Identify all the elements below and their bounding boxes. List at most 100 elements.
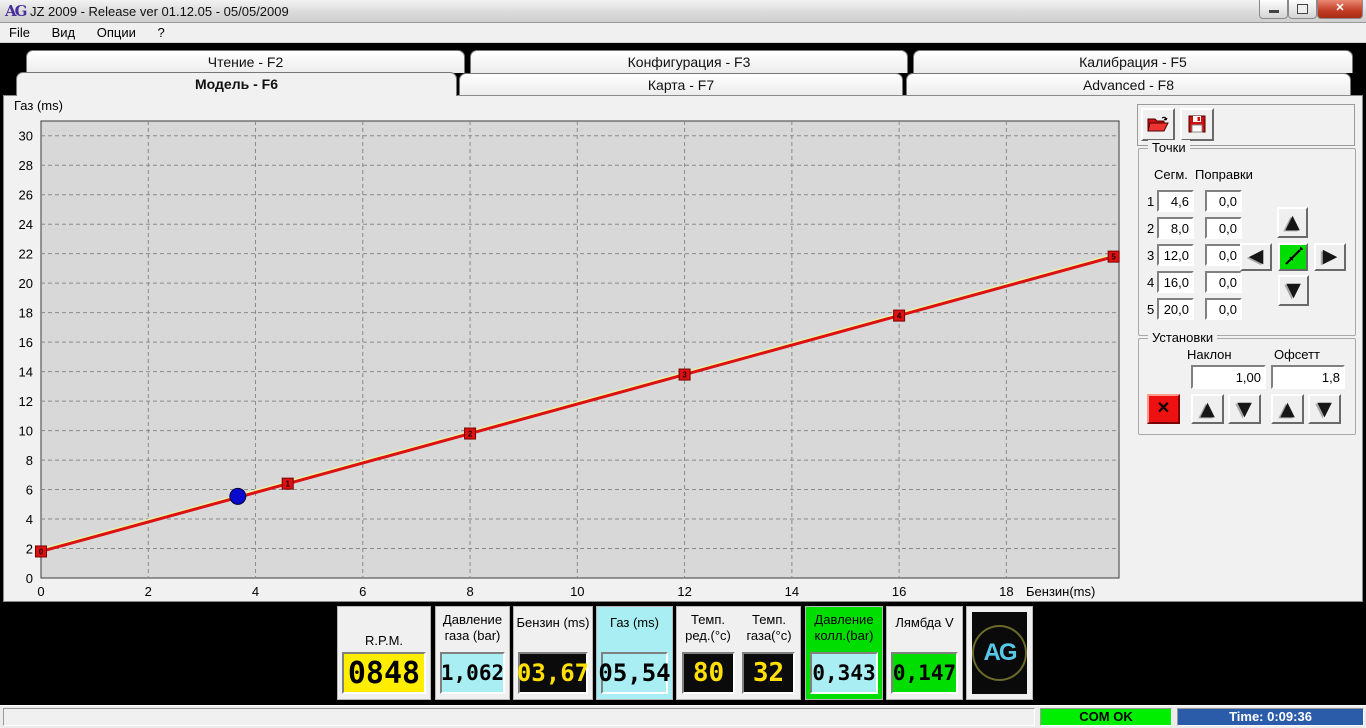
svg-text:18: 18 [999, 584, 1013, 599]
offset-input[interactable] [1271, 365, 1345, 389]
minimize-icon [1269, 10, 1279, 13]
segment-input-2[interactable] [1157, 217, 1194, 239]
gas-pressure-label: Давлениегаза (bar) [436, 612, 509, 644]
slope-input[interactable] [1191, 365, 1266, 389]
svg-text:18: 18 [19, 306, 33, 321]
svg-text:30: 30 [19, 129, 33, 144]
points-group: Точки Сегм. Поправки 1 2 3 4 5 ▲ ◀ [1138, 148, 1356, 336]
coll-pressure-label: Давлениеколл.(bar) [806, 612, 882, 644]
svg-text:Бензин(ms): Бензин(ms) [1026, 584, 1095, 599]
slope-down-button[interactable]: ▼ [1228, 394, 1261, 424]
open-folder-icon [1146, 114, 1170, 134]
svg-text:6: 6 [359, 584, 366, 599]
move-right-button[interactable]: ▶ [1314, 243, 1346, 271]
svg-text:2: 2 [26, 542, 33, 557]
gas-ms-value: 05,54 [601, 652, 668, 694]
down-arrow-icon: ▼ [1286, 279, 1301, 301]
restore-button[interactable] [1288, 0, 1317, 19]
rpm-value: 0848 [342, 652, 426, 694]
menu-file[interactable]: File [0, 23, 39, 42]
segment-input-5[interactable] [1157, 298, 1194, 320]
svg-text:16: 16 [19, 335, 33, 350]
offset-up-icon: ▲ [1280, 398, 1295, 420]
coll-pressure-value: 0,343 [810, 652, 878, 694]
offset-down-icon: ▼ [1317, 398, 1332, 420]
session-time: Time: 0:09:36 [1177, 708, 1364, 726]
gauge-lambda: Лямбда V 0,147 [886, 606, 963, 700]
gauge-temperatures: Темп.ред.(°c) Темп.газа(°c) 80 32 [676, 606, 801, 700]
svg-text:8: 8 [466, 584, 473, 599]
svg-text:14: 14 [19, 365, 33, 380]
svg-text:3: 3 [682, 371, 687, 380]
lambda-value: 0,147 [891, 652, 958, 694]
menu-view[interactable]: Вид [43, 23, 85, 42]
offset-label: Офсетт [1274, 347, 1320, 362]
tab-model-f6[interactable]: Модель - F6 [16, 72, 457, 96]
lambda-label: Лямбда V [887, 615, 962, 631]
svg-text:2: 2 [145, 584, 152, 599]
segment-input-1[interactable] [1157, 190, 1194, 212]
menu-help[interactable]: ? [148, 23, 173, 42]
tab-calibration-f5[interactable]: Калибрация - F5 [913, 50, 1353, 73]
tab-map-f7[interactable]: Карта - F7 [459, 73, 903, 96]
gauge-petrol-ms: Бензин (ms) 03,67 [513, 606, 593, 700]
correction-input-2[interactable] [1205, 217, 1242, 239]
segment-input-4[interactable] [1157, 271, 1194, 293]
svg-text:6: 6 [26, 483, 33, 498]
point-row-number-2: 2 [1147, 221, 1154, 236]
svg-text:8: 8 [26, 453, 33, 468]
correction-input-3[interactable] [1205, 244, 1242, 266]
settings-group: Установки Наклон Офсетт ✕ ▲ ▼ ▲ ▼ [1138, 338, 1356, 435]
svg-text:10: 10 [19, 424, 33, 439]
save-disk-icon [1187, 114, 1207, 134]
open-file-button[interactable] [1141, 108, 1175, 141]
minimize-button[interactable] [1259, 0, 1288, 19]
offset-down-button[interactable]: ▼ [1308, 394, 1341, 424]
move-down-button[interactable]: ▼ [1278, 275, 1309, 306]
svg-text:12: 12 [19, 394, 33, 409]
tab-advanced-f8[interactable]: Advanced - F8 [906, 73, 1351, 96]
title-bar: AG JZ 2009 - Release ver 01.12.05 - 05/0… [0, 0, 1366, 23]
gauge-coll-pressure: Давлениеколл.(bar) 0,343 [805, 606, 883, 700]
model-tab-panel: 0246810121416182022242628300246810121416… [3, 95, 1363, 602]
reset-button[interactable]: ✕ [1147, 394, 1180, 424]
menu-options[interactable]: Опции [88, 23, 145, 42]
temp-reducer-label: Темп.ред.(°c) [679, 612, 737, 644]
point-row-number-1: 1 [1147, 194, 1154, 209]
points-group-title: Точки [1148, 140, 1190, 155]
tab-config-f3[interactable]: Конфигурация - F3 [470, 50, 908, 73]
gauge-gas-ms: Газ (ms) 05,54 [596, 606, 673, 700]
scale-mode-button[interactable] [1278, 243, 1308, 271]
slope-label: Наклон [1187, 347, 1232, 362]
temp-gas-label: Темп.газа(°c) [740, 612, 798, 644]
gas-petrol-model-chart[interactable]: 0246810121416182022242628300246810121416… [4, 96, 1134, 599]
move-up-button[interactable]: ▲ [1277, 207, 1308, 238]
brand-logo-icon: AG [972, 612, 1027, 694]
petrol-ms-value: 03,67 [518, 652, 588, 694]
close-button[interactable]: ✕ [1317, 0, 1363, 19]
petrol-ms-label: Бензин (ms) [514, 615, 592, 631]
move-left-button[interactable]: ◀ [1240, 243, 1272, 271]
correction-input-5[interactable] [1205, 298, 1242, 320]
svg-text:4: 4 [252, 584, 259, 599]
offset-up-button[interactable]: ▲ [1271, 394, 1304, 424]
segment-input-3[interactable] [1157, 244, 1194, 266]
tab-reading-f2[interactable]: Чтение - F2 [26, 50, 465, 73]
save-file-button[interactable] [1180, 108, 1214, 141]
up-arrow-icon: ▲ [1285, 211, 1300, 233]
right-arrow-icon: ▶ [1323, 245, 1338, 267]
point-row-number-3: 3 [1147, 248, 1154, 263]
svg-text:4: 4 [26, 512, 33, 527]
svg-text:0: 0 [26, 571, 33, 586]
svg-text:5: 5 [1111, 253, 1116, 262]
gauge-rpm: R.P.M. 0848 [337, 606, 431, 700]
status-bar: COM OK Time: 0:09:36 [0, 705, 1366, 728]
svg-text:0: 0 [37, 584, 44, 599]
svg-text:22: 22 [19, 247, 33, 262]
correction-input-1[interactable] [1205, 190, 1242, 212]
segment-column-header: Сегм. [1154, 167, 1188, 182]
svg-text:28: 28 [19, 158, 33, 173]
correction-input-4[interactable] [1205, 271, 1242, 293]
slope-up-button[interactable]: ▲ [1191, 394, 1224, 424]
diagonal-scale-icon [1283, 247, 1303, 267]
